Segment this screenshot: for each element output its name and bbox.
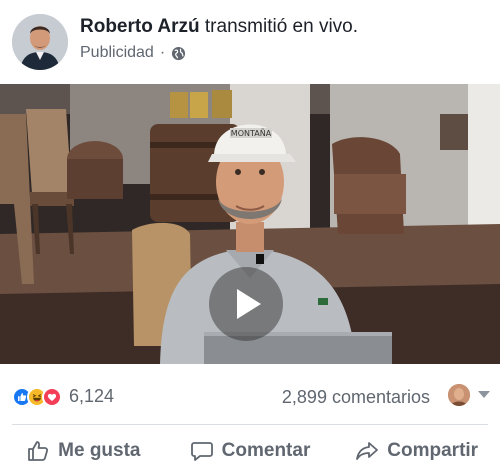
reactions-summary[interactable]: 6,124 <box>12 386 114 407</box>
comment-button[interactable]: Comentar <box>167 425 334 476</box>
post-stats: 6,124 2,899 comentarios <box>0 364 500 424</box>
cap-logo-text: MONTAÑA <box>231 128 272 138</box>
video-player[interactable]: MONTAÑA <box>0 84 500 364</box>
author-avatar[interactable] <box>12 14 68 70</box>
play-triangle <box>237 289 261 319</box>
love-icon <box>42 386 62 407</box>
play-icon[interactable] <box>209 267 283 341</box>
feed-post: Roberto Arzú transmitió en vivo. Publici… <box>0 0 500 476</box>
like-button[interactable]: Me gusta <box>0 425 167 476</box>
share-button[interactable]: Compartir <box>333 425 500 476</box>
comment-label: Comentar <box>221 439 311 461</box>
share-label: Compartir <box>387 439 479 461</box>
reaction-count: 6,124 <box>69 386 115 406</box>
caret-down-icon[interactable] <box>478 391 490 398</box>
like-label: Me gusta <box>58 439 141 461</box>
author-name[interactable]: Roberto Arzú <box>80 16 200 37</box>
post-actions: Me gusta Comentar Compartir <box>0 425 500 476</box>
share-icon <box>356 441 379 460</box>
thumbs-up-icon <box>28 440 49 461</box>
viewer-avatar[interactable] <box>448 384 470 406</box>
post-header: Roberto Arzú transmitió en vivo. Publici… <box>0 0 500 84</box>
post-title-line: Roberto Arzú transmitió en vivo. <box>80 16 358 38</box>
globe-icon[interactable] <box>171 46 186 61</box>
post-meta: Publicidad · <box>80 44 186 62</box>
comments-count[interactable]: 2,899 comentarios <box>282 387 430 408</box>
post-action-text: transmitió en vivo. <box>204 16 359 37</box>
meta-separator: · <box>159 44 166 61</box>
comment-icon <box>190 441 213 461</box>
sponsored-label[interactable]: Publicidad <box>80 44 154 62</box>
